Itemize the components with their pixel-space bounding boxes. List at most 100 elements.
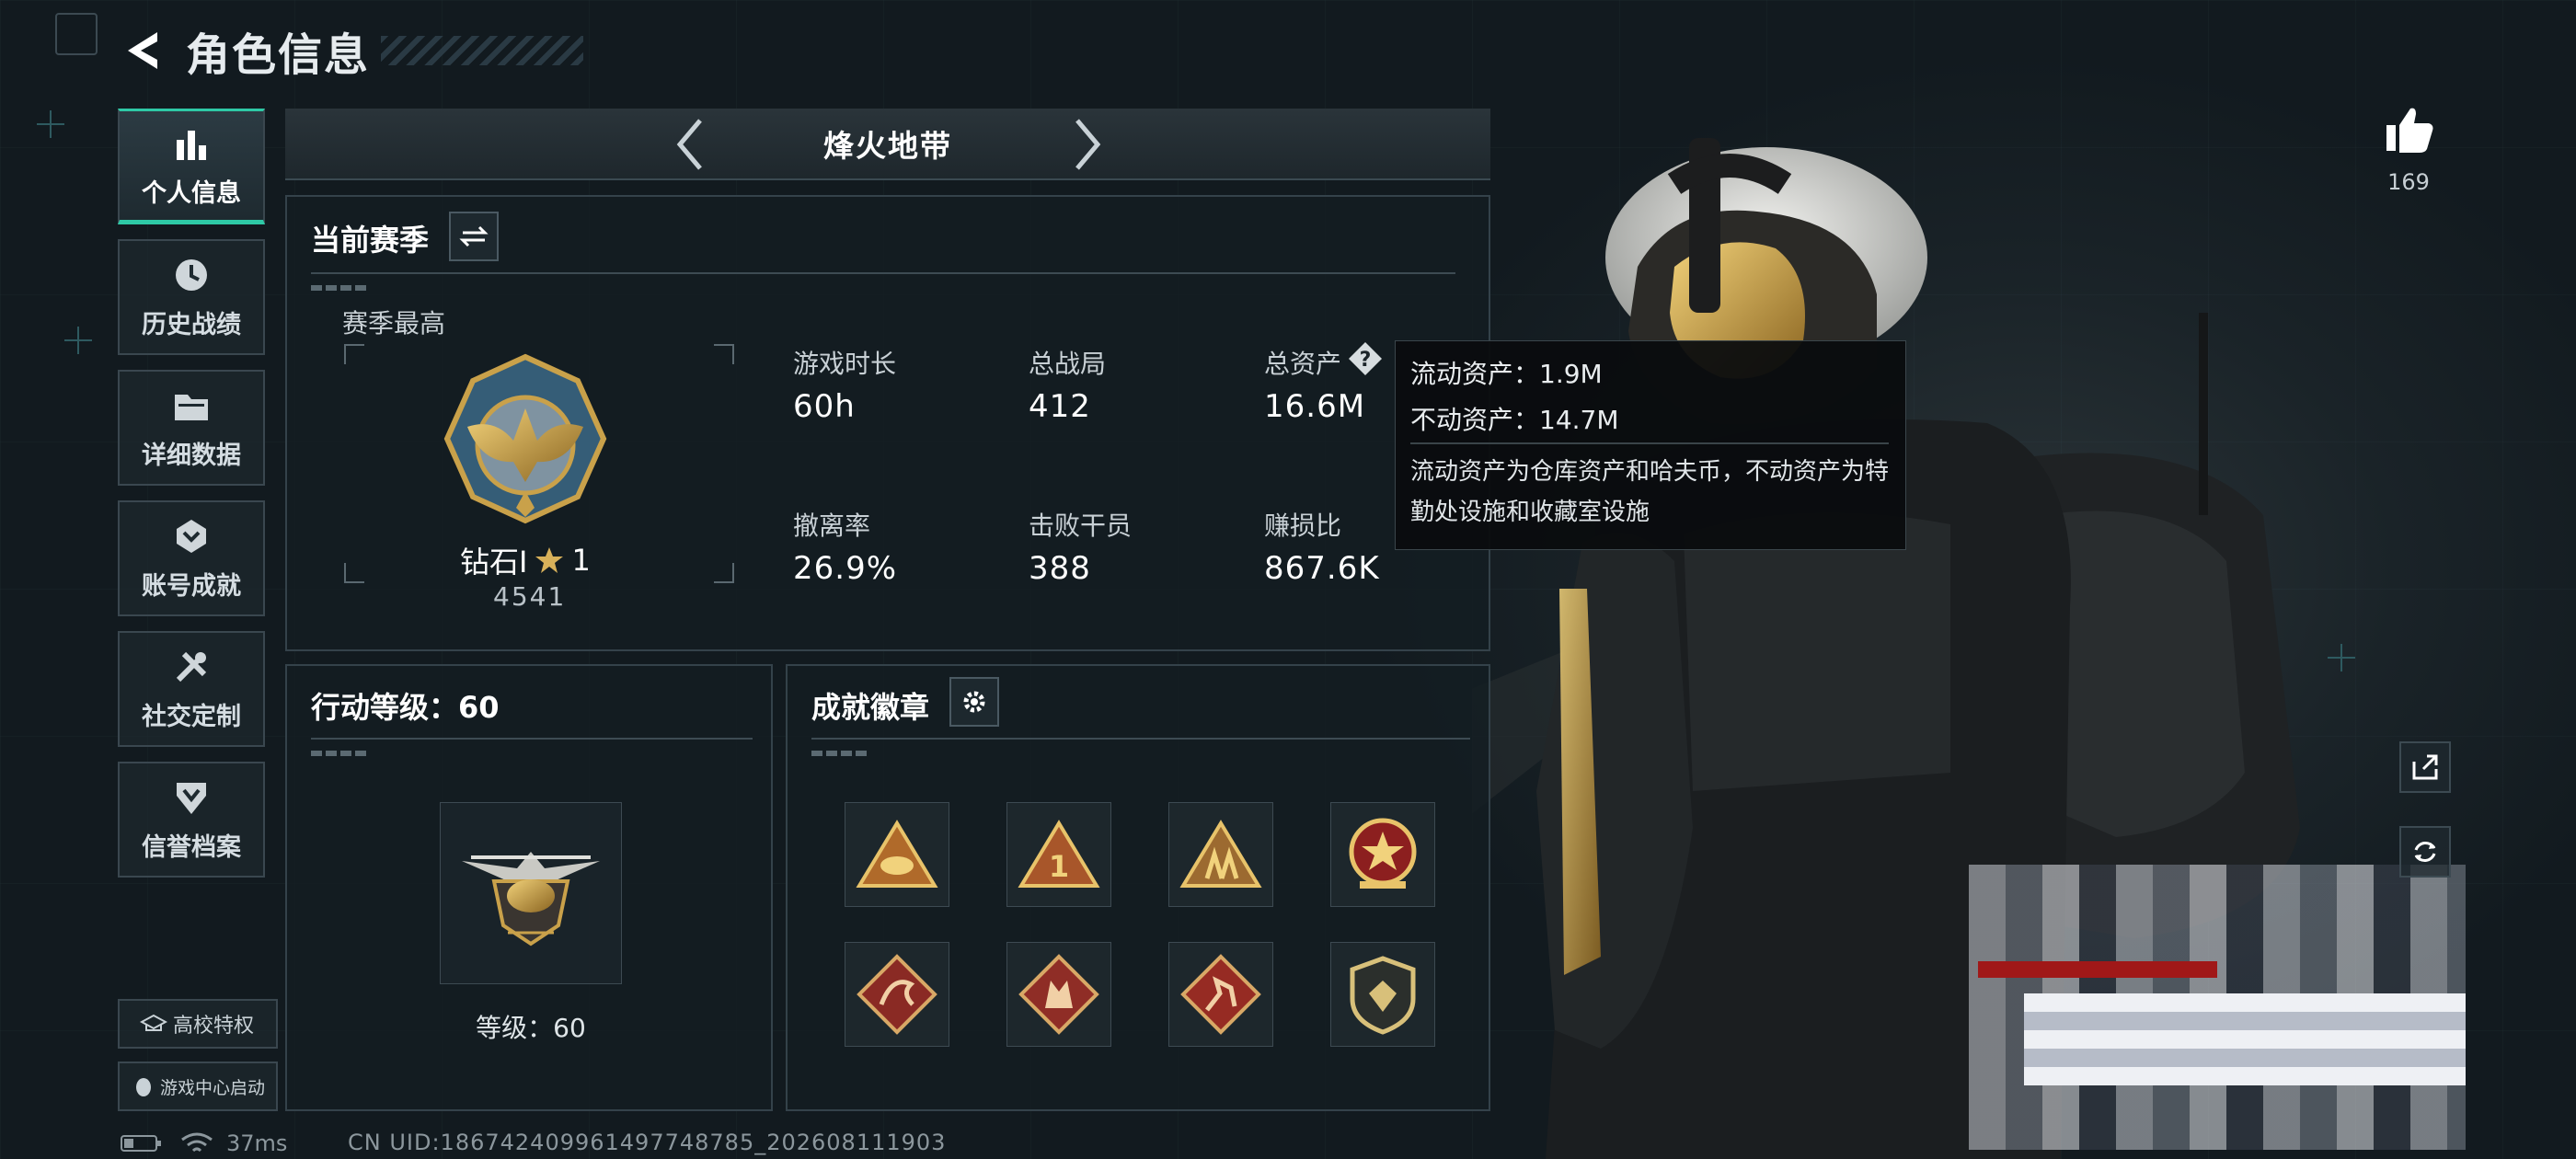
star-icon <box>535 547 564 573</box>
help-question-icon[interactable]: ? <box>1347 340 1384 377</box>
level-emblem-frame <box>440 802 622 984</box>
tooltip-description: 流动资产为仓库资产和哈夫币，不动资产为特勤处设施和收藏室设施 <box>1410 458 1890 526</box>
folder-icon <box>175 394 208 420</box>
game-center-button[interactable]: 游戏中心启动 <box>118 1061 278 1111</box>
rule-tag-deco <box>311 751 366 756</box>
thumbs-up-icon[interactable] <box>2381 101 2436 156</box>
uid-label: CN UID:1867424099614977487​85_2026081119… <box>348 1130 947 1155</box>
stat-value-kills: 388 <box>1029 550 1091 587</box>
stat-label-profit-ratio: 赚损比 <box>1264 511 1342 541</box>
triangle-soldiers-badge-icon <box>1179 820 1262 888</box>
back-button[interactable] <box>120 25 166 76</box>
mosaic-censor <box>2024 993 2466 1085</box>
season-title: 当前赛季 <box>311 223 430 258</box>
level-panel: 行动等级：60 等级：60 <box>285 664 773 1111</box>
season-rule <box>311 272 1455 274</box>
badge-slot-8[interactable] <box>1330 942 1435 1047</box>
campus-privilege-button[interactable]: 高校特权 <box>118 999 278 1049</box>
badge-slot-5[interactable] <box>845 942 949 1047</box>
refresh-button[interactable] <box>2399 826 2451 878</box>
diamond-wolf-badge-icon <box>1018 954 1099 1035</box>
mode-next-button[interactable] <box>1060 118 1115 171</box>
ping-value: 37ms <box>226 1130 288 1156</box>
badges-panel: 成就徽章 1 <box>786 664 1490 1111</box>
stat-value-total-assets: 16.6M <box>1264 388 1366 425</box>
deco-crosshair <box>64 327 92 354</box>
sidebar: 个人信息 历史战绩 详细数据 账号成就 社交定制 信誉档案 <box>118 109 265 892</box>
diamond-dragon-badge-icon <box>857 954 937 1035</box>
tooltip-divider <box>1410 442 1889 444</box>
status-bar: 37ms <box>120 1130 287 1157</box>
reputation-icon <box>177 782 206 814</box>
graduation-cap-icon <box>140 1014 167 1031</box>
diamond-runner-badge-icon <box>1180 954 1261 1035</box>
rank-line: 钻石Ⅰ 1 <box>460 539 591 581</box>
mode-selector: 烽火地带 <box>285 109 1490 180</box>
stat-value-profit-ratio: 867.6K <box>1264 550 1380 587</box>
shield-badge-icon <box>1350 956 1416 1035</box>
bar-chart-icon <box>177 130 206 160</box>
campus-privilege-label: 高校特权 <box>173 1015 255 1038</box>
tooltip-fixed-assets: 不动资产：14.7M <box>1410 405 1619 435</box>
sidebar-item-detailed-data[interactable]: 详细数据 <box>118 370 265 486</box>
chevron-right-icon <box>1075 119 1101 170</box>
badges-rule <box>811 738 1470 740</box>
share-button[interactable] <box>2399 741 2451 793</box>
badge-slot-4[interactable] <box>1330 802 1435 907</box>
stat-label-extraction-rate: 撤离率 <box>793 511 871 541</box>
wifi-icon <box>181 1132 213 1153</box>
sidebar-item-label: 社交定制 <box>142 702 241 731</box>
badge-slot-7[interactable] <box>1168 942 1273 1047</box>
mosaic-censor <box>1978 961 2217 978</box>
assets-tooltip: 流动资产：1.9M 不动资产：14.7M 流动资产为仓库资产和哈夫币，不动资产为… <box>1395 340 1906 550</box>
helicopter-emblem-icon <box>462 852 600 947</box>
share-icon <box>2412 754 2438 780</box>
frame-corner <box>344 344 364 364</box>
badge-slot-2[interactable]: 1 <box>1006 802 1111 907</box>
season-switch-button[interactable] <box>449 212 499 261</box>
sidebar-item-social[interactable]: 社交定制 <box>118 631 265 747</box>
like-count: 169 <box>2387 169 2430 195</box>
sidebar-item-achievements[interactable]: 账号成就 <box>118 500 265 616</box>
header: 角色信息 <box>120 23 584 81</box>
battery-icon <box>121 1135 161 1152</box>
stat-value-extraction-rate: 26.9% <box>793 550 898 587</box>
penguin-icon <box>136 1078 151 1096</box>
tooltip-liquid-assets: 流动资产：1.9M <box>1410 359 1603 389</box>
frame-corner <box>714 344 734 364</box>
mode-title: 烽火地带 <box>823 128 952 164</box>
sidebar-item-label: 历史战绩 <box>142 310 241 339</box>
svg-text:?: ? <box>1360 349 1372 372</box>
round-star-badge-icon <box>1349 818 1417 889</box>
tools-icon <box>176 651 207 682</box>
stat-value-total-matches: 412 <box>1029 388 1091 425</box>
badges-settings-button[interactable] <box>949 677 999 727</box>
sidebar-item-reputation[interactable]: 信誉档案 <box>118 762 265 878</box>
sidebar-item-match-history[interactable]: 历史战绩 <box>118 239 265 355</box>
rank-emblem-icon <box>443 353 607 524</box>
history-clock-icon <box>176 258 207 291</box>
sidebar-item-personal-info[interactable]: 个人信息 <box>118 109 265 224</box>
sidebar-item-label: 个人信息 <box>142 178 241 208</box>
badges-title: 成就徽章 <box>811 690 930 725</box>
chevron-left-icon <box>676 119 702 170</box>
level-title: 行动等级：60 <box>311 690 500 725</box>
badge-slot-3[interactable] <box>1168 802 1273 907</box>
badge-slot-6[interactable] <box>1006 942 1111 1047</box>
frame-corner <box>714 563 734 583</box>
refresh-icon <box>2414 842 2436 862</box>
stat-label-total-matches: 总战局 <box>1029 349 1107 379</box>
stat-label-playtime: 游戏时长 <box>793 349 897 379</box>
mode-prev-button[interactable] <box>662 118 718 171</box>
swap-icon <box>459 225 489 247</box>
rank-stars: 1 <box>571 543 591 578</box>
stat-label-total-assets: 总资产 <box>1264 349 1342 379</box>
badge-slot-1[interactable] <box>845 802 949 907</box>
level-rule <box>311 738 753 740</box>
rule-tag-deco <box>311 285 366 291</box>
rank-name: 钻石Ⅰ <box>460 545 528 580</box>
back-arrow-icon <box>128 32 157 69</box>
triangle-helmet-badge-icon <box>856 820 938 888</box>
rule-tag-deco <box>811 751 867 756</box>
game-center-label: 游戏中心启动 <box>160 1077 266 1098</box>
